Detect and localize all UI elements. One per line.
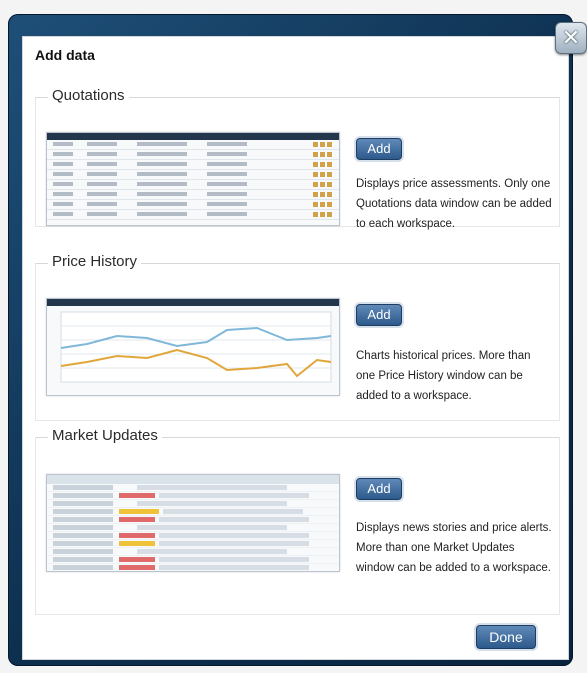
- price-history-add-button[interactable]: Add: [356, 304, 402, 326]
- market-updates-heading: Market Updates: [48, 427, 162, 444]
- price-history-heading: Price History: [48, 253, 142, 270]
- close-icon: ✕: [561, 25, 581, 50]
- market-updates-preview-image: [46, 474, 340, 572]
- price-history-description: Charts historical prices. More than one …: [356, 350, 531, 402]
- market-updates-add-button[interactable]: Add: [356, 478, 402, 500]
- market-updates-description: Displays news stories and price alerts. …: [356, 522, 552, 574]
- price-history-section: Price History Add Charts historical pric…: [35, 253, 560, 421]
- quotations-section: Quotations Add Displays price assessment…: [35, 87, 560, 230]
- close-button[interactable]: ✕: [555, 22, 587, 54]
- quotations-add-button[interactable]: Add: [356, 138, 402, 160]
- price-history-mini-chart: [60, 311, 332, 383]
- quotations-preview-image: [46, 132, 340, 226]
- quotations-heading: Quotations: [48, 87, 129, 104]
- price-history-preview-image: [46, 298, 340, 396]
- quotations-description: Displays price assessments. Only one Quo…: [356, 178, 552, 230]
- done-button[interactable]: Done: [476, 625, 536, 649]
- market-updates-section: Market Updates Add Displays news stories…: [35, 427, 560, 615]
- dialog-title: Add data: [35, 47, 95, 63]
- add-data-dialog: Add data Quotations Add Displays price a…: [22, 36, 569, 660]
